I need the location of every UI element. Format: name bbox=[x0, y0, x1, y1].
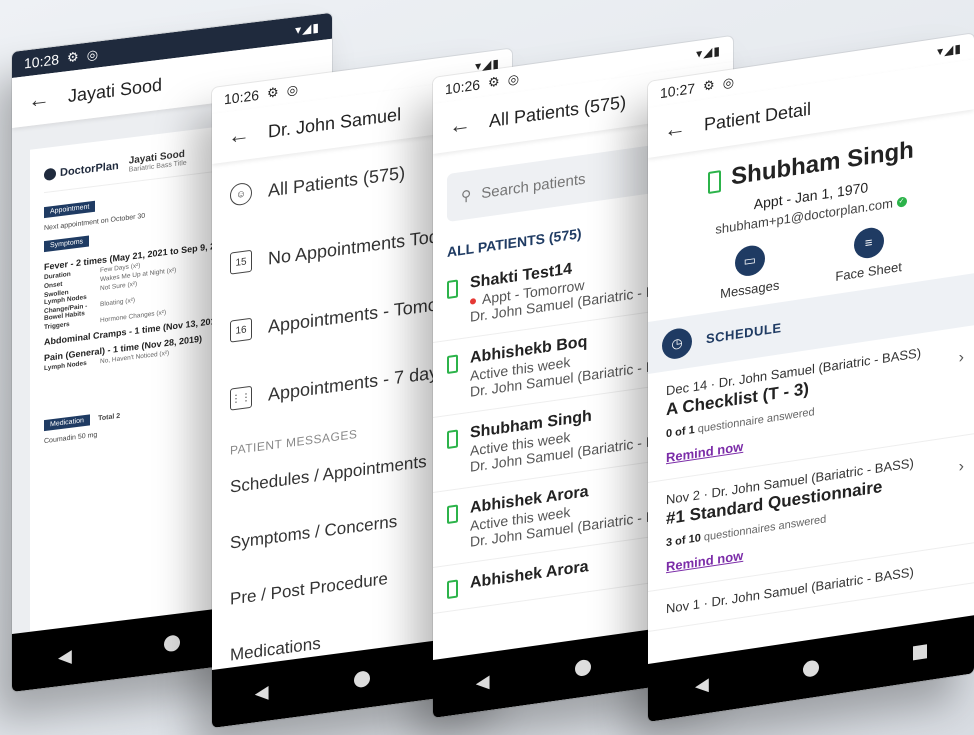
action-label: Messages bbox=[720, 276, 780, 301]
doctorplan-logo: DoctorPlan bbox=[44, 159, 119, 182]
face-sheet-button[interactable]: ≡ Face Sheet bbox=[835, 223, 902, 284]
status-time: 10:27 bbox=[660, 79, 696, 102]
nav-home-icon[interactable] bbox=[163, 634, 180, 653]
nav-home-icon[interactable] bbox=[353, 670, 370, 689]
people-icon: ☺ bbox=[230, 181, 252, 207]
calendar-16-icon: 16 bbox=[230, 317, 252, 343]
nav-back-icon[interactable]: ◀ bbox=[476, 671, 490, 694]
nav-home-icon[interactable] bbox=[574, 658, 591, 678]
action-label: Face Sheet bbox=[835, 258, 902, 284]
calendar-15-icon: 15 bbox=[230, 249, 252, 275]
back-arrow-icon[interactable]: ← bbox=[664, 114, 686, 143]
back-arrow-icon[interactable]: ← bbox=[228, 121, 250, 150]
device-patient-detail: 10:27 ⚙ ◎ ▾◢▮ ← Patient Detail Shubham S… bbox=[648, 33, 974, 722]
phone-icon bbox=[447, 429, 458, 450]
nav-home-icon[interactable] bbox=[802, 659, 819, 678]
gear-icon: ⚙ bbox=[267, 84, 279, 101]
remind-now-link[interactable]: Remind now bbox=[666, 438, 743, 465]
chat-icon: ▭ bbox=[734, 243, 765, 278]
logo-text: DoctorPlan bbox=[60, 159, 119, 180]
at-icon: ◎ bbox=[86, 46, 99, 63]
at-icon: ◎ bbox=[722, 74, 735, 91]
status-time: 10:26 bbox=[224, 86, 260, 108]
clock-icon: ◷ bbox=[662, 325, 692, 361]
signal-battery-icon: ▾◢▮ bbox=[295, 20, 320, 38]
system-nav-bar: ◀ bbox=[648, 615, 974, 722]
phone-icon bbox=[447, 504, 458, 525]
phone-icon bbox=[708, 169, 722, 194]
gear-icon: ⚙ bbox=[488, 73, 500, 91]
schedule-label: SCHEDULE bbox=[706, 320, 782, 347]
chevron-right-icon: › bbox=[958, 348, 964, 367]
search-icon: ⚲ bbox=[461, 186, 472, 204]
back-arrow-icon[interactable]: ← bbox=[449, 111, 471, 140]
back-arrow-icon[interactable]: ← bbox=[28, 85, 50, 114]
status-time: 10:26 bbox=[445, 76, 481, 98]
signal-battery-icon: ▾◢▮ bbox=[696, 43, 721, 62]
answered-count: 3 of 10 bbox=[666, 531, 701, 549]
document-icon: ≡ bbox=[853, 225, 884, 260]
nav-back-icon[interactable]: ◀ bbox=[255, 681, 269, 704]
page-title: Jayati Sood bbox=[68, 74, 163, 106]
phone-icon bbox=[447, 579, 458, 600]
at-icon: ◎ bbox=[507, 70, 520, 88]
chevron-right-icon: › bbox=[958, 457, 964, 476]
signal-battery-icon: ▾◢▮ bbox=[937, 41, 962, 59]
appointment-chip: Appointment bbox=[44, 200, 96, 219]
answered-count: 0 of 1 bbox=[666, 423, 695, 440]
at-icon: ◎ bbox=[286, 81, 299, 99]
menu-item-label: All Patients (575) bbox=[268, 162, 406, 201]
menu-item-label: No Appointments Today bbox=[268, 223, 458, 269]
phone-icon bbox=[447, 354, 458, 375]
remind-now-link[interactable]: Remind now bbox=[666, 547, 743, 574]
phone-icon bbox=[447, 279, 458, 300]
nav-back-icon[interactable]: ◀ bbox=[58, 645, 72, 668]
gear-icon: ⚙ bbox=[703, 77, 715, 94]
alert-dot bbox=[470, 298, 476, 306]
calendar-week-icon: ⋮⋮ bbox=[230, 385, 252, 411]
patient-name: Abhishek Arora bbox=[470, 558, 589, 592]
verified-check-icon: ✓ bbox=[896, 196, 907, 208]
messages-button[interactable]: ▭ Messages bbox=[720, 241, 779, 301]
nav-back-icon[interactable]: ◀ bbox=[695, 673, 709, 696]
nav-recents-icon[interactable] bbox=[912, 644, 927, 661]
stage: 10:28 ⚙ ◎ ▾◢▮ ← Jayati Sood DoctorPlan J… bbox=[0, 0, 974, 735]
status-time: 10:28 bbox=[24, 51, 60, 72]
page-title: All Patients (575) bbox=[489, 91, 627, 131]
page-title: Dr. John Samuel bbox=[268, 103, 402, 142]
gear-icon: ⚙ bbox=[67, 48, 79, 66]
symptoms-chip: Symptoms bbox=[44, 235, 90, 253]
logo-icon bbox=[44, 167, 56, 182]
medication-total: Total 2 bbox=[98, 412, 121, 423]
medication-chip: Medication bbox=[44, 414, 90, 432]
menu-item-label: Appointments - 7 days bbox=[268, 360, 448, 405]
page-title: Patient Detail bbox=[704, 98, 812, 135]
